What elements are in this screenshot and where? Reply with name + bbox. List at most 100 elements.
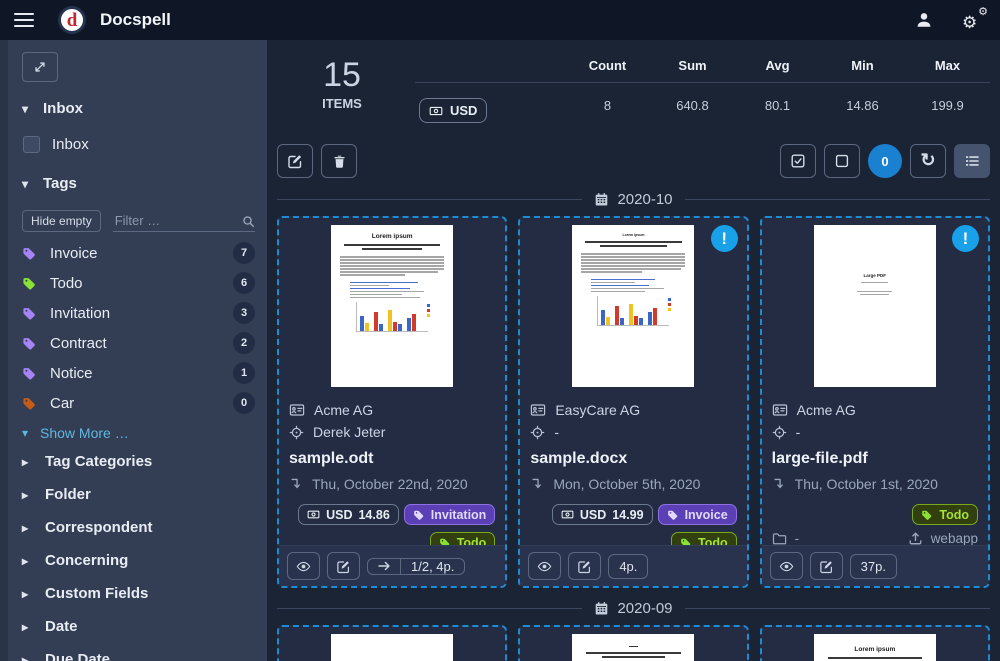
item-card-large-file-pdf[interactable]: Large PDF ! Acme AG — [760, 216, 990, 588]
tag-item-car[interactable]: Car 0 — [22, 388, 255, 418]
navbar-actions: ⚙ ⚙ — [914, 9, 986, 31]
correspondent-name: EasyCare AG — [555, 402, 640, 418]
user-icon[interactable] — [914, 10, 934, 30]
tag-item-invoice[interactable]: Invoice 7 — [22, 238, 255, 268]
currency-label: USD — [450, 103, 477, 118]
item-preview[interactable]: Keywords in PDF — [279, 627, 505, 661]
tag-item-contract[interactable]: Contract 2 — [22, 328, 255, 358]
address-card-icon — [530, 402, 546, 418]
sidebar-section-inbox[interactable]: ▾ Inbox — [22, 100, 255, 117]
item-date-row: Thu, October 22nd, 2020 — [289, 476, 495, 492]
item-card-sample-odt[interactable]: Lorem ipsum — [277, 216, 507, 588]
month-label: 2020-09 — [617, 600, 672, 617]
sidebar-scrollbar[interactable] — [0, 40, 8, 661]
arrow-down-icon — [530, 477, 544, 491]
sidebar-section-folder[interactable]: ▸ Folder — [22, 478, 255, 511]
page-count: 4p. — [609, 555, 647, 578]
tag-item-invitation[interactable]: Invitation 3 — [22, 298, 255, 328]
preview-item-button[interactable] — [528, 552, 561, 580]
preview-item-button[interactable] — [770, 552, 803, 580]
folder-icon — [772, 531, 787, 546]
item-card-sample-docx[interactable]: Lorem ipsum — [518, 216, 748, 588]
next-attachment-button[interactable] — [368, 559, 401, 574]
inbox-checkbox[interactable] — [23, 136, 40, 153]
tag-icon — [22, 396, 37, 411]
tag-count-badge: 3 — [233, 302, 255, 324]
selection-count-badge[interactable]: 0 — [868, 144, 902, 178]
hamburger-menu-icon[interactable] — [14, 13, 34, 28]
item-source: webapp — [931, 531, 978, 546]
item-card[interactable]: Keywords in PDF — [277, 625, 507, 661]
sidebar-section-tag-categories[interactable]: ▸ Tag Categories — [22, 445, 255, 478]
edit-item-button[interactable] — [327, 552, 360, 580]
list-view-button[interactable] — [954, 144, 990, 178]
upload-icon — [908, 531, 923, 546]
arrow-right-icon — [377, 559, 391, 573]
sidebar-section-concerning[interactable]: ▸ Concerning — [22, 544, 255, 577]
item-preview[interactable]: Lorem ipsum — [762, 627, 988, 661]
stats-max-value: 199.9 — [905, 83, 990, 138]
item-date-row: Thu, October 1st, 2020 — [772, 476, 978, 492]
preview-document: Large PDF — [814, 225, 936, 387]
tag-icon — [667, 509, 679, 521]
stats-header-sum: Sum — [650, 50, 735, 83]
item-preview[interactable]: Lorem ipsum — [279, 218, 505, 390]
tag-count-badge: 6 — [233, 272, 255, 294]
caret-down-icon: ▾ — [22, 426, 32, 440]
correspondent-name: Acme AG — [797, 402, 856, 418]
tag-item-todo[interactable]: Todo 6 — [22, 268, 255, 298]
money-bill-icon — [429, 104, 443, 118]
sync-icon: ↻ — [920, 151, 935, 169]
sidebar-section-tags[interactable]: ▾ Tags — [22, 175, 255, 192]
concerning-name: - — [796, 424, 801, 440]
month-label: 2020-10 — [617, 191, 672, 208]
section-label: Folder — [45, 486, 91, 503]
edit-selection-button[interactable] — [277, 144, 313, 178]
select-all-button[interactable] — [780, 144, 816, 178]
sidebar-section-due-date[interactable]: ▸ Due Date — [22, 643, 255, 661]
section-label: Tag Categories — [45, 453, 152, 470]
preview-document: Keywords in PDF — [331, 634, 453, 661]
concerning-row: Derek Jeter — [289, 424, 495, 440]
refresh-button[interactable]: ↻ — [910, 144, 946, 178]
gear-icon[interactable]: ⚙ ⚙ — [962, 9, 986, 31]
item-title: sample.odt — [289, 450, 495, 468]
correspondent-row: Acme AG — [772, 402, 978, 418]
amount-badge: USD 14.86 — [298, 504, 399, 525]
item-preview[interactable]: Lorem ipsum — [520, 218, 746, 390]
preview-item-button[interactable] — [287, 552, 320, 580]
edit-item-button[interactable] — [810, 552, 843, 580]
tag-item-notice[interactable]: Notice 1 — [22, 358, 255, 388]
item-card-footer: 37p. — [762, 545, 988, 586]
stats-header-min: Min — [820, 50, 905, 83]
item-card[interactable] — [518, 625, 748, 661]
item-folder: - — [795, 531, 800, 546]
stats-header-max: Max — [905, 50, 990, 83]
address-card-icon — [772, 402, 788, 418]
top-navbar: d Docspell ⚙ ⚙ — [0, 0, 1000, 40]
tag-badge-invoice: Invoice — [658, 504, 737, 525]
concerning-name: Derek Jeter — [313, 424, 385, 440]
sidebar-section-date[interactable]: ▸ Date — [22, 610, 255, 643]
deselect-all-button[interactable] — [824, 144, 860, 178]
page-count: 1/2, 4p. — [401, 559, 464, 574]
inbox-filter-item[interactable]: Inbox — [23, 136, 255, 153]
expand-sidebar-button[interactable] — [22, 52, 58, 82]
docspell-logo[interactable]: d — [58, 6, 86, 34]
delete-selection-button[interactable] — [321, 144, 357, 178]
item-preview[interactable] — [520, 627, 746, 661]
tag-label: Todo — [50, 275, 220, 292]
show-more-tags[interactable]: ▾ Show More … — [22, 425, 255, 441]
item-preview[interactable]: Large PDF ! — [762, 218, 988, 390]
currency-badge: USD — [419, 98, 487, 123]
caret-right-icon: ▸ — [22, 554, 32, 568]
amount-value: 14.99 — [612, 508, 643, 522]
tag-filter-input[interactable] — [113, 210, 255, 232]
sidebar-section-custom-fields[interactable]: ▸ Custom Fields — [22, 577, 255, 610]
item-badges: Todo — [772, 504, 978, 525]
item-card[interactable]: Lorem ipsum — [760, 625, 990, 661]
hide-empty-button[interactable]: Hide empty — [22, 210, 101, 232]
edit-item-button[interactable] — [568, 552, 601, 580]
sidebar-section-correspondent[interactable]: ▸ Correspondent — [22, 511, 255, 544]
money-bill-icon — [307, 508, 320, 521]
